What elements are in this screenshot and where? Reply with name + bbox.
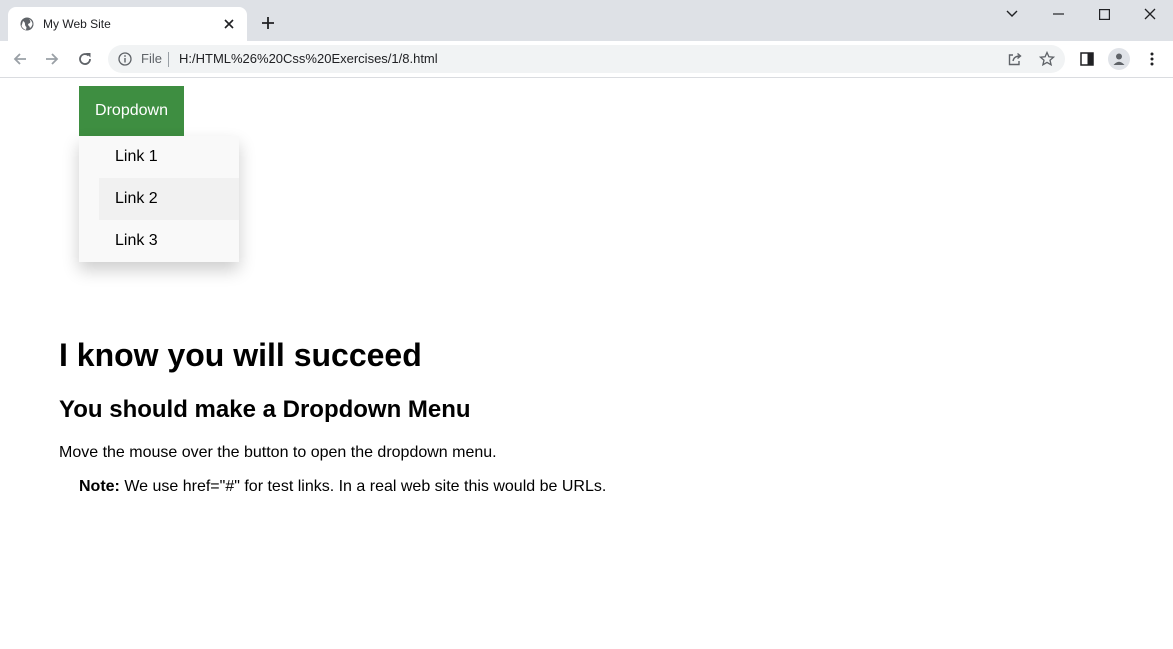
address-bar[interactable]: File H:/HTML%26%20Css%20Exercises/1/8.ht… (108, 45, 1065, 73)
scheme-label: File (141, 51, 162, 66)
minimize-icon[interactable] (1035, 0, 1081, 28)
profile-avatar-icon[interactable] (1108, 48, 1130, 70)
instruction-text: Move the mouse over the button to open t… (59, 444, 497, 461)
browser-toolbar: File H:/HTML%26%20Css%20Exercises/1/8.ht… (0, 41, 1173, 78)
dropdown-menu: Link 1 Link 2 Link 3 (79, 136, 239, 262)
dropdown-button[interactable]: Dropdown (79, 86, 184, 136)
note-text: We use href="#" for test links. In a rea… (119, 478, 607, 495)
dropdown-link-1[interactable]: Link 1 (99, 136, 239, 178)
page-content: Dropdown Link 1 Link 2 Link 3 I know you… (0, 79, 1173, 649)
close-window-icon[interactable] (1127, 0, 1173, 28)
share-icon[interactable] (1006, 50, 1024, 68)
info-icon[interactable] (118, 52, 132, 66)
new-tab-icon[interactable] (258, 13, 278, 33)
dropdown-link-2[interactable]: Link 2 (99, 178, 239, 220)
tab-title: My Web Site (43, 17, 111, 31)
globe-icon (20, 17, 34, 31)
divider (168, 52, 169, 67)
dropdown-link-3[interactable]: Link 3 (99, 220, 239, 262)
maximize-icon[interactable] (1081, 0, 1127, 28)
reload-icon[interactable] (73, 47, 97, 71)
note-paragraph: Note: We use href="#" for test links. In… (79, 477, 606, 497)
note-label: Note: (79, 478, 120, 495)
back-arrow-icon[interactable] (8, 47, 32, 71)
more-menu-icon[interactable] (1142, 49, 1162, 69)
tab-search-icon[interactable] (989, 0, 1035, 28)
browser-titlebar: My Web Site (0, 0, 1173, 41)
bookmark-star-icon[interactable] (1038, 50, 1056, 68)
browser-tab[interactable]: My Web Site (8, 7, 247, 41)
page-subheading: You should make a Dropdown Menu (59, 396, 471, 423)
close-tab-icon[interactable] (221, 16, 237, 32)
page-heading: I know you will succeed (59, 337, 422, 373)
url-text[interactable]: H:/HTML%26%20Css%20Exercises/1/8.html (179, 51, 438, 67)
side-panel-icon[interactable] (1077, 49, 1097, 69)
forward-arrow-icon[interactable] (40, 47, 64, 71)
